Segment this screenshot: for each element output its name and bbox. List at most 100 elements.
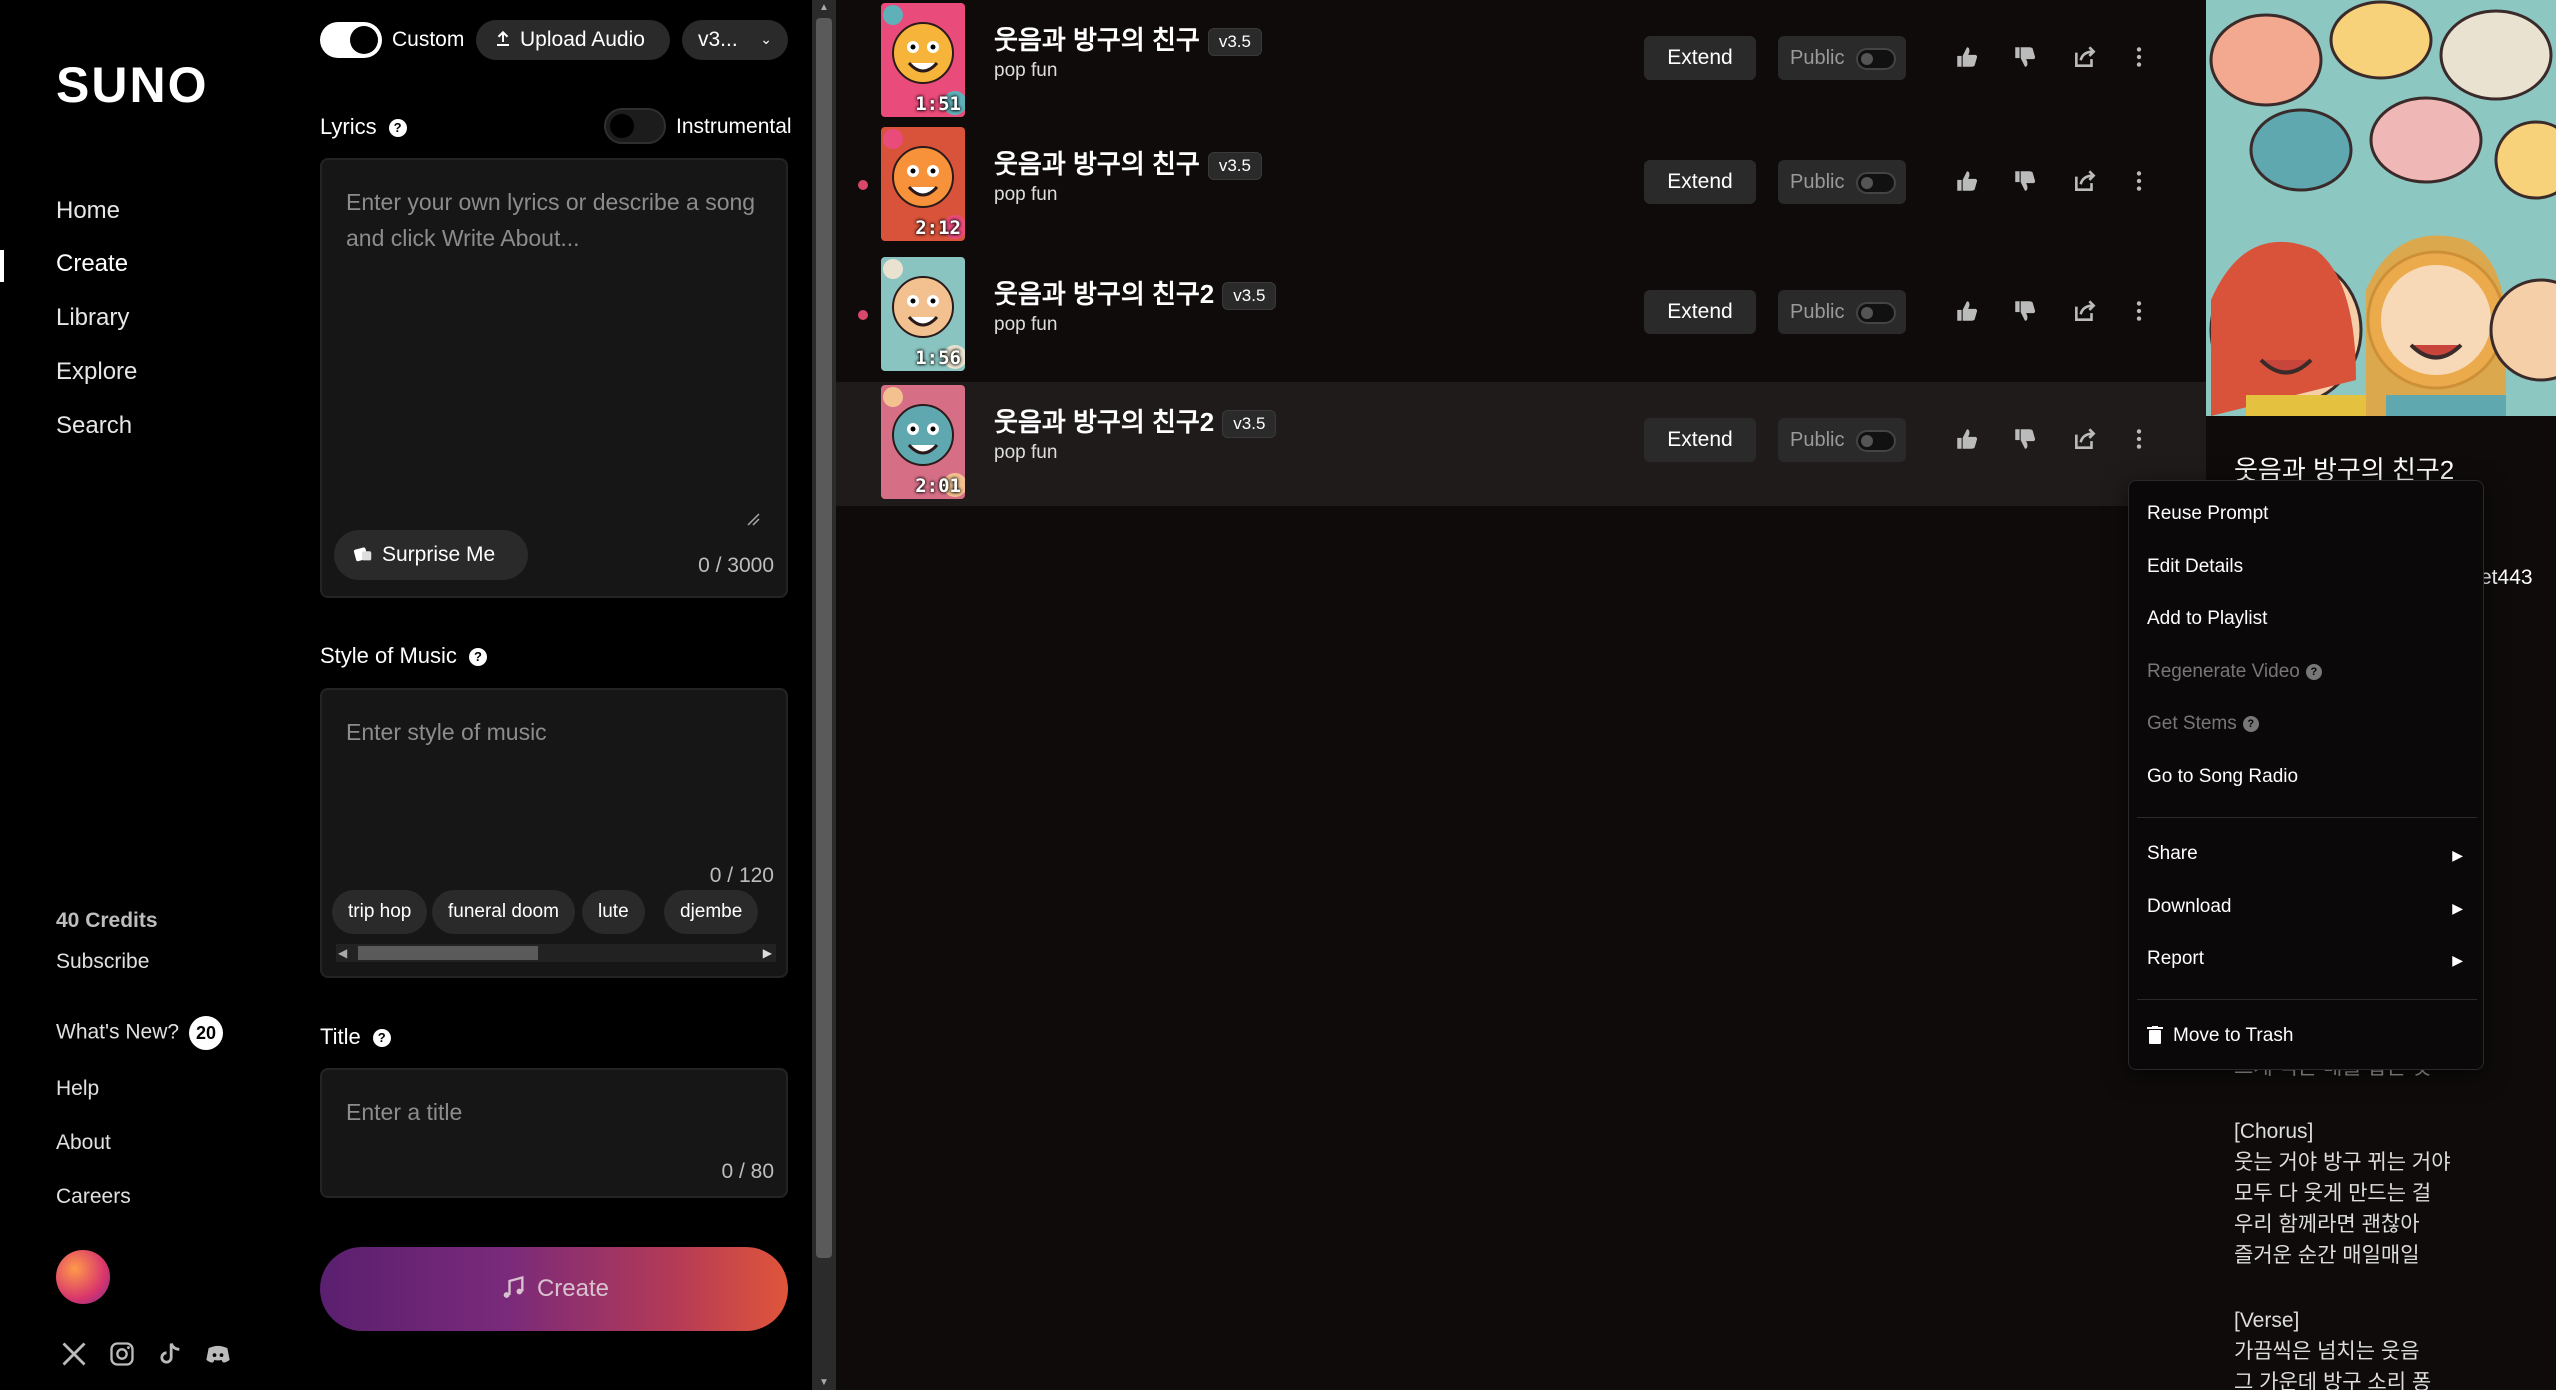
style-tags-scroll-thumb[interactable] xyxy=(358,946,538,960)
thumbs-down-icon[interactable] xyxy=(2012,44,2040,72)
song-title[interactable]: 웃음과 방구의 친구 v3.5 xyxy=(994,20,1262,57)
song-genre[interactable]: pop fun xyxy=(994,60,1057,82)
menu-item-download[interactable]: Download xyxy=(2147,896,2467,918)
thumbs-up-icon[interactable] xyxy=(1954,298,1982,326)
share-icon[interactable] xyxy=(2072,298,2100,326)
about-link[interactable]: About xyxy=(56,1131,111,1155)
thumbs-down-icon[interactable] xyxy=(2012,168,2040,196)
song-thumbnail[interactable]: 1:51 xyxy=(881,3,965,117)
song-genre[interactable]: pop fun xyxy=(994,184,1057,206)
careers-link[interactable]: Careers xyxy=(56,1185,131,1209)
style-tag[interactable]: funeral doom xyxy=(432,890,575,934)
song-thumbnail[interactable]: 2:12 xyxy=(881,127,965,241)
lyrics-placeholder: Enter your own lyrics or describe a song… xyxy=(346,189,756,251)
x-twitter-icon[interactable] xyxy=(60,1340,88,1368)
nav-create[interactable]: Create xyxy=(56,250,128,278)
more-icon[interactable] xyxy=(2126,298,2154,326)
style-tag[interactable]: trip hop xyxy=(332,890,428,934)
public-toggle[interactable] xyxy=(1856,430,1896,452)
more-icon[interactable] xyxy=(2126,426,2154,454)
help-icon[interactable]: ? xyxy=(388,119,407,138)
song-title[interactable]: 웃음과 방구의 친구2 v3.5 xyxy=(994,402,1277,439)
menu-item-label: Get Stems xyxy=(2147,713,2237,734)
create-panel-scroll-thumb[interactable] xyxy=(816,18,832,1258)
extend-button[interactable]: Extend xyxy=(1644,290,1756,334)
thumbs-down-icon[interactable] xyxy=(2012,426,2040,454)
more-icon[interactable] xyxy=(2126,44,2154,72)
share-icon[interactable] xyxy=(2072,426,2100,454)
thumbs-up-icon[interactable] xyxy=(1954,168,1982,196)
share-icon[interactable] xyxy=(2072,168,2100,196)
song-row[interactable]: 2:12 웃음과 방구의 친구 v3.5 pop fun Extend Public xyxy=(836,124,2206,248)
whats-new-link[interactable]: What's New? 20 xyxy=(56,1016,224,1050)
menu-item-add-to-playlist[interactable]: Add to Playlist xyxy=(2147,608,2267,630)
avatar[interactable] xyxy=(56,1250,110,1304)
title-input[interactable]: Enter a title 0 / 80 xyxy=(320,1068,788,1198)
public-toggle-button[interactable]: Public xyxy=(1778,418,1906,462)
scroll-up-icon[interactable]: ▲ xyxy=(819,2,829,13)
upload-audio-button[interactable]: Upload Audio xyxy=(476,20,670,60)
style-label-text: Style of Music xyxy=(320,643,457,668)
song-genre[interactable]: pop fun xyxy=(994,314,1057,336)
help-icon[interactable]: ? xyxy=(468,648,487,667)
more-icon[interactable] xyxy=(2126,168,2154,196)
menu-item-share[interactable]: Share xyxy=(2147,843,2467,865)
menu-item-move-to-trash[interactable]: Move to Trash xyxy=(2147,1025,2293,1047)
help-icon: ? xyxy=(2305,663,2322,680)
custom-toggle[interactable] xyxy=(320,22,382,58)
public-toggle-button[interactable]: Public xyxy=(1778,160,1906,204)
scroll-left-icon[interactable]: ◀ xyxy=(338,947,347,959)
style-input[interactable]: Enter style of music 0 / 120 ◀ ▶ xyxy=(320,688,788,978)
surprise-me-button[interactable]: Surprise Me xyxy=(334,530,528,580)
thumbs-up-icon[interactable] xyxy=(1954,44,1982,72)
menu-item-edit-details[interactable]: Edit Details xyxy=(2147,556,2243,578)
song-genre[interactable]: pop fun xyxy=(994,442,1057,464)
suno-logo[interactable]: SUNO xyxy=(56,56,208,114)
title-label: Title? xyxy=(320,1024,391,1050)
discord-icon[interactable] xyxy=(204,1340,232,1368)
style-tags-scrollbar[interactable]: ◀ ▶ xyxy=(336,944,776,962)
song-row[interactable]: 1:51 웃음과 방구의 친구 v3.5 pop fun Extend Public xyxy=(836,0,2206,124)
menu-item-go-to-song-radio[interactable]: Go to Song Radio xyxy=(2147,766,2298,788)
nav-explore[interactable]: Explore xyxy=(56,358,137,386)
share-icon[interactable] xyxy=(2072,44,2100,72)
style-tag[interactable]: lute xyxy=(582,890,645,934)
resize-handle-icon[interactable] xyxy=(746,512,760,526)
create-button[interactable]: Create xyxy=(320,1247,788,1331)
song-title[interactable]: 웃음과 방구의 친구 v3.5 xyxy=(994,144,1262,181)
thumbs-down-icon[interactable] xyxy=(2012,298,2040,326)
public-toggle[interactable] xyxy=(1856,172,1896,194)
song-thumbnail[interactable]: 2:01 xyxy=(881,385,965,499)
public-toggle-button[interactable]: Public xyxy=(1778,36,1906,80)
public-toggle[interactable] xyxy=(1856,48,1896,70)
nav-library[interactable]: Library xyxy=(56,304,129,332)
create-panel-scrollbar[interactable]: ▲ ▼ xyxy=(812,0,836,1390)
song-title[interactable]: 웃음과 방구의 친구2 v3.5 xyxy=(994,274,1277,311)
nav-search[interactable]: Search xyxy=(56,412,132,440)
extend-button[interactable]: Extend xyxy=(1644,160,1756,204)
song-row[interactable]: 2:01 웃음과 방구의 친구2 v3.5 pop fun Extend Public xyxy=(836,382,2206,506)
song-row[interactable]: 1:56 웃음과 방구의 친구2 v3.5 pop fun Extend Public xyxy=(836,254,2206,378)
cover-art-image xyxy=(2206,0,2556,416)
subscribe-link[interactable]: Subscribe xyxy=(56,950,149,974)
help-icon[interactable]: ? xyxy=(372,1029,391,1048)
extend-button[interactable]: Extend xyxy=(1644,418,1756,462)
thumbs-up-icon[interactable] xyxy=(1954,426,1982,454)
menu-item-report[interactable]: Report xyxy=(2147,948,2467,970)
style-tag[interactable]: djembe xyxy=(664,890,759,934)
scroll-down-icon[interactable]: ▼ xyxy=(819,1377,829,1388)
model-select[interactable]: v3... ⌄ xyxy=(682,20,788,60)
lyrics-input[interactable]: Enter your own lyrics or describe a song… xyxy=(320,158,788,598)
song-detail-username[interactable]: et443 xyxy=(2480,566,2533,590)
instagram-icon[interactable] xyxy=(108,1340,136,1368)
instrumental-toggle[interactable] xyxy=(604,108,666,144)
public-toggle-button[interactable]: Public xyxy=(1778,290,1906,334)
menu-item-reuse-prompt[interactable]: Reuse Prompt xyxy=(2147,503,2268,525)
scroll-right-icon[interactable]: ▶ xyxy=(763,947,772,959)
help-link[interactable]: Help xyxy=(56,1077,99,1101)
nav-home[interactable]: Home xyxy=(56,197,120,225)
public-toggle[interactable] xyxy=(1856,302,1896,324)
tiktok-icon[interactable] xyxy=(156,1340,184,1368)
song-thumbnail[interactable]: 1:56 xyxy=(881,257,965,371)
extend-button[interactable]: Extend xyxy=(1644,36,1756,80)
